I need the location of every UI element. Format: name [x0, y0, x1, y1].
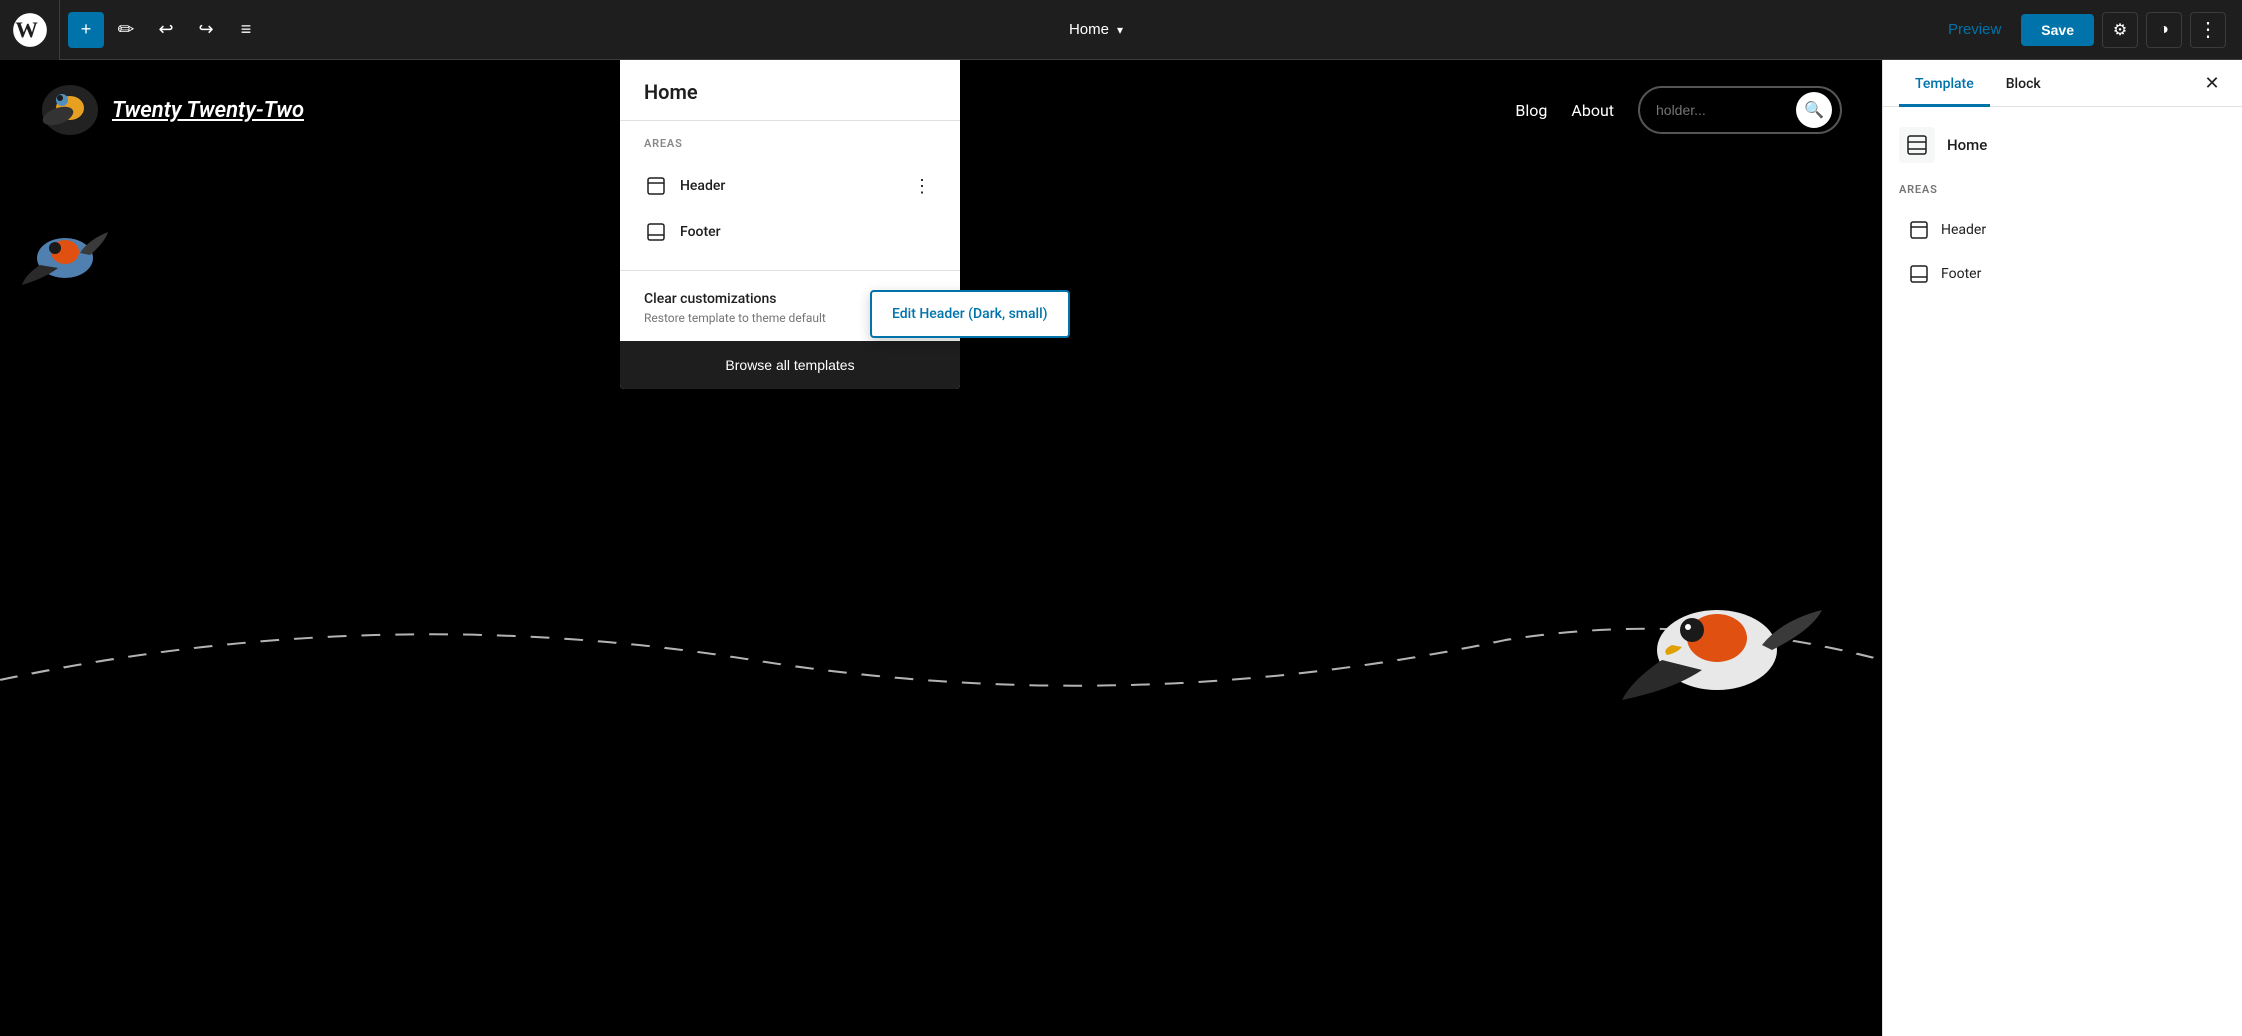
tab-template[interactable]: Template: [1899, 60, 1990, 107]
contrast-button[interactable]: ◑: [2146, 12, 2182, 48]
wp-logo: W: [0, 0, 60, 60]
right-footer-name: Footer: [1941, 266, 1981, 282]
context-menu: Edit Header (Dark, small): [870, 290, 1070, 338]
search-input[interactable]: [1656, 102, 1796, 118]
right-header-icon: [1907, 218, 1931, 242]
header-area-icon: [644, 174, 668, 198]
right-header-area[interactable]: Header: [1899, 208, 2226, 252]
right-panel-content: Home AREAS Header Footer: [1883, 107, 2242, 316]
search-bar: 🔍: [1638, 86, 1842, 134]
right-panel-close-button[interactable]: ✕: [2198, 69, 2226, 97]
add-block-button[interactable]: +: [68, 12, 104, 48]
dropdown-areas-label: AREAS: [644, 137, 936, 150]
footer-area-icon: [644, 220, 668, 244]
right-footer-area[interactable]: Footer: [1899, 252, 2226, 296]
edit-header-context-item[interactable]: Edit Header (Dark, small): [872, 296, 1068, 332]
right-header-name: Header: [1941, 222, 1986, 238]
right-panel-tabs: Template Block ✕: [1883, 60, 2242, 107]
undo-button[interactable]: ↩: [148, 12, 184, 48]
footer-area-name: Footer: [680, 224, 721, 240]
small-bird-image: [20, 220, 110, 290]
dropdown-header-area-left: Header: [644, 174, 725, 198]
dropdown-header: Home: [620, 60, 960, 121]
site-title: Twenty Twenty-Two: [112, 98, 304, 123]
top-bar: W + ✏ ↩ ↪ ≡ Home ▾ Preview Save ⚙ ◑ ⋮: [0, 0, 2242, 60]
page-title-button[interactable]: Home ▾: [1057, 15, 1135, 44]
nav-blog[interactable]: Blog: [1515, 101, 1547, 120]
large-bird-image: [1612, 550, 1822, 720]
dashed-arc: [0, 580, 1882, 700]
page-title-text: Home: [1069, 21, 1109, 38]
site-logo-image: [40, 80, 100, 140]
dropdown-header-area[interactable]: Header ⋮: [644, 162, 936, 210]
top-bar-right: Preview Save ⚙ ◑ ⋮: [1920, 12, 2242, 48]
save-button[interactable]: Save: [2021, 14, 2094, 46]
more-options-button[interactable]: ⋮: [2190, 12, 2226, 48]
dropdown-footer-area[interactable]: Footer: [644, 210, 936, 254]
template-title-row: Home: [1899, 127, 2226, 163]
nav-about[interactable]: About: [1571, 101, 1614, 120]
template-icon: [1899, 127, 1935, 163]
preview-button[interactable]: Preview: [1936, 15, 2013, 44]
dropdown-areas-section: AREAS Header ⋮: [620, 121, 960, 262]
right-panel: Template Block ✕ Home AREAS H: [1882, 60, 2242, 1036]
dropdown-title: Home: [644, 80, 936, 104]
edit-mode-button[interactable]: ✏: [108, 12, 144, 48]
template-name-text: Home: [1947, 136, 1987, 154]
search-submit-button[interactable]: 🔍: [1796, 92, 1832, 128]
site-nav: Blog About 🔍: [1515, 86, 1842, 134]
redo-button[interactable]: ↪: [188, 12, 224, 48]
dropdown-footer-area-left: Footer: [644, 220, 721, 244]
svg-text:W: W: [15, 16, 38, 41]
tab-group: Template Block: [1899, 60, 2057, 106]
template-dropdown-panel: Home AREAS Header ⋮: [620, 60, 960, 389]
tab-block[interactable]: Block: [1990, 60, 2057, 107]
top-bar-center: Home ▾: [272, 15, 1920, 44]
list-view-button[interactable]: ≡: [228, 12, 264, 48]
site-logo: Twenty Twenty-Two: [40, 80, 304, 140]
dropdown-divider: [620, 270, 960, 271]
chevron-down-icon: ▾: [1117, 23, 1123, 37]
right-areas-label: AREAS: [1899, 183, 2226, 196]
toolbar-actions: + ✏ ↩ ↪ ≡: [60, 12, 272, 48]
browse-all-templates-button[interactable]: Browse all templates: [620, 341, 960, 389]
header-area-name: Header: [680, 178, 725, 194]
settings-button[interactable]: ⚙: [2102, 12, 2138, 48]
right-footer-icon: [1907, 262, 1931, 286]
header-area-more-button[interactable]: ⋮: [908, 172, 936, 200]
